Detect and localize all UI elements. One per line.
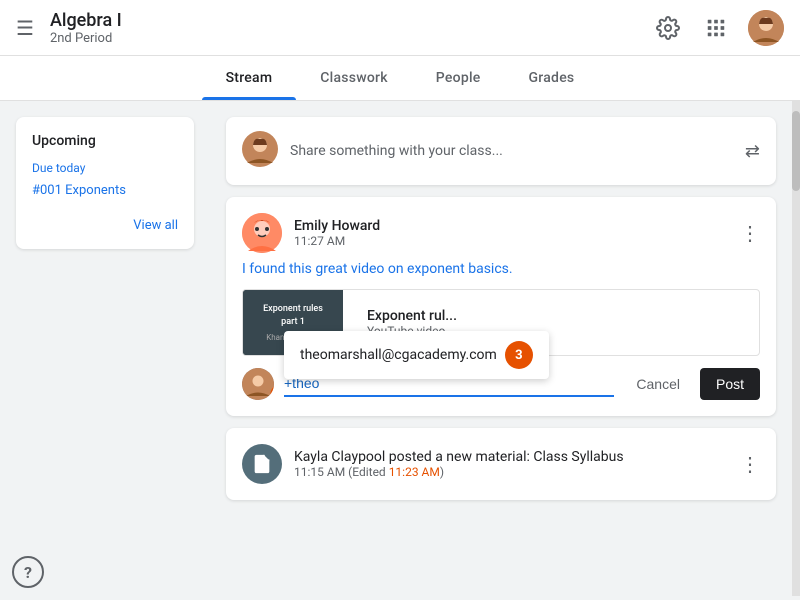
user-avatar[interactable] [748, 10, 784, 46]
share-icon[interactable]: ⇄ [745, 141, 760, 162]
video-title: Exponent rul... [367, 308, 458, 324]
view-all-link[interactable]: View all [133, 218, 178, 233]
scroll-track[interactable] [792, 101, 800, 596]
post-author-info: Emily Howard 11:27 AM [294, 218, 728, 248]
class-subtitle: 2nd Period [50, 31, 122, 46]
post-body: I found this great video on exponent bas… [242, 261, 760, 277]
autocomplete-email: theomarshall@cgacademy.com [300, 347, 497, 363]
comment-actions: Cancel Post [624, 368, 760, 400]
material-time: 11:15 AM (Edited 11:23 AM) [294, 465, 728, 479]
header-title: Algebra I 2nd Period [50, 10, 122, 46]
due-today-label: Due today [32, 161, 178, 175]
post-header: Emily Howard 11:27 AM ⋮ [242, 213, 760, 253]
help-button[interactable]: ? [12, 556, 44, 588]
post-author-name: Emily Howard [294, 218, 728, 234]
menu-icon[interactable]: ☰ [16, 16, 34, 40]
feed: Share something with your class... ⇄ [210, 101, 792, 596]
comment-input-wrap: theomarshall@cgacademy.com 3 [284, 371, 614, 397]
material-menu-icon[interactable]: ⋮ [740, 452, 760, 476]
comment-row: 2 theomarshall@cgacademy.com 3 Cancel Po… [242, 368, 760, 400]
post-card: Emily Howard 11:27 AM ⋮ I found this gre… [226, 197, 776, 416]
nav-tabs: Stream Classwork People Grades [0, 56, 800, 101]
emily-avatar [242, 213, 282, 253]
material-icon [242, 444, 282, 484]
upcoming-card: Upcoming Due today #001 Exponents View a… [16, 117, 194, 249]
header-right [652, 10, 784, 46]
post-menu-icon[interactable]: ⋮ [740, 221, 760, 245]
autocomplete-badge: 3 [505, 341, 533, 369]
share-avatar [242, 131, 278, 171]
class-title: Algebra I [50, 10, 122, 31]
tab-grades[interactable]: Grades [505, 56, 599, 100]
material-title: Kayla Claypool posted a new material: Cl… [294, 449, 728, 465]
tab-stream[interactable]: Stream [202, 56, 297, 100]
autocomplete-dropdown[interactable]: theomarshall@cgacademy.com 3 [284, 331, 549, 379]
header: ☰ Algebra I 2nd Period [0, 0, 800, 56]
material-card: Kayla Claypool posted a new material: Cl… [226, 428, 776, 500]
grid-icon[interactable] [700, 12, 732, 44]
main-content: Upcoming Due today #001 Exponents View a… [0, 101, 800, 596]
scroll-thumb [792, 111, 800, 191]
tab-classwork[interactable]: Classwork [296, 56, 412, 100]
sidebar: Upcoming Due today #001 Exponents View a… [0, 101, 210, 596]
assignment-link[interactable]: #001 Exponents [32, 183, 126, 198]
post-time: 11:27 AM [294, 234, 728, 248]
commenter-avatar: 2 [242, 368, 274, 400]
cancel-button[interactable]: Cancel [624, 370, 692, 398]
share-card[interactable]: Share something with your class... ⇄ [226, 117, 776, 185]
view-all: View all [32, 214, 178, 233]
share-placeholder[interactable]: Share something with your class... [290, 143, 733, 159]
header-left: ☰ Algebra I 2nd Period [16, 10, 122, 46]
material-info: Kayla Claypool posted a new material: Cl… [294, 449, 728, 479]
post-button[interactable]: Post [700, 368, 760, 400]
comment-area: 2 theomarshall@cgacademy.com 3 Cancel Po… [242, 368, 760, 400]
settings-icon[interactable] [652, 12, 684, 44]
upcoming-title: Upcoming [32, 133, 178, 149]
tab-people[interactable]: People [412, 56, 505, 100]
